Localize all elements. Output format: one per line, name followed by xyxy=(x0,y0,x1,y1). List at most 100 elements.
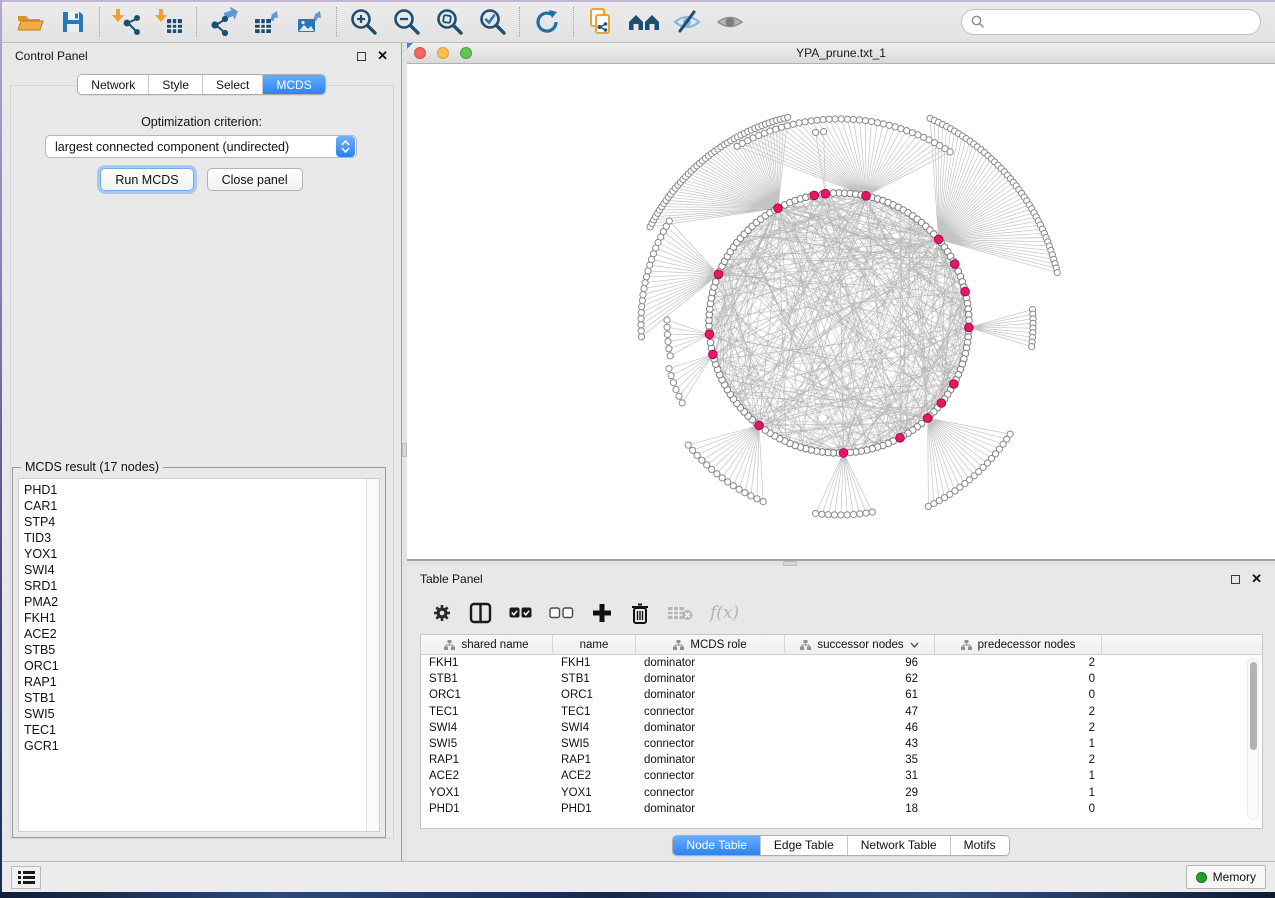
mcds-result-item[interactable]: SWI4 xyxy=(24,562,379,578)
close-panel-icon[interactable]: ✕ xyxy=(377,51,388,61)
mcds-result-item[interactable]: STP4 xyxy=(24,514,379,530)
table-cell: 61 xyxy=(785,689,935,701)
column-label: name xyxy=(580,639,609,651)
table-row[interactable]: SWI5SWI5connector431 xyxy=(421,736,1262,752)
column-header-predecessor-nodes[interactable]: predecessor nodes xyxy=(935,635,1102,654)
mcds-result-item[interactable]: PMA2 xyxy=(24,594,379,610)
show-columns-button[interactable] xyxy=(469,602,492,624)
mcds-result-item[interactable]: STB1 xyxy=(24,690,379,706)
deselect-all-button[interactable] xyxy=(549,607,574,619)
column-header-name[interactable]: name xyxy=(553,635,636,654)
tab-network[interactable]: Network xyxy=(78,75,149,94)
search-field[interactable] xyxy=(961,9,1261,35)
toolbar-separator xyxy=(573,7,574,37)
table-tab-motifs[interactable]: Motifs xyxy=(951,836,1009,855)
mcds-result-item[interactable]: ORC1 xyxy=(24,658,379,674)
table-row[interactable]: SWI4SWI4dominator462 xyxy=(421,720,1262,736)
mcds-result-item[interactable]: RAP1 xyxy=(24,674,379,690)
close-panel-button[interactable]: Close panel xyxy=(207,168,303,191)
table-settings-button[interactable] xyxy=(432,603,452,623)
table-cell: PHD1 xyxy=(421,803,553,815)
main-toolbar xyxy=(2,2,1275,43)
table-row[interactable]: RAP1RAP1dominator352 xyxy=(421,752,1262,768)
export-table-button[interactable] xyxy=(245,5,288,39)
mcds-result-item[interactable]: GCR1 xyxy=(24,738,379,754)
save-session-button[interactable] xyxy=(51,5,94,39)
horizontal-splitter-grip[interactable] xyxy=(783,561,797,566)
mcds-result-item[interactable]: FKH1 xyxy=(24,610,379,626)
table-row[interactable]: STB1STB1dominator620 xyxy=(421,671,1262,687)
mcds-result-item[interactable]: SWI5 xyxy=(24,706,379,722)
float-panel-icon[interactable] xyxy=(1231,575,1240,584)
add-row-button[interactable] xyxy=(591,602,613,624)
column-header-shared-name[interactable]: shared name xyxy=(421,635,553,654)
mcds-result-item[interactable]: CAR1 xyxy=(24,498,379,514)
table-cell: 43 xyxy=(785,738,935,750)
zoom-selected-button[interactable] xyxy=(471,5,514,39)
table-cell: 31 xyxy=(785,770,935,782)
maximize-window-icon[interactable] xyxy=(460,47,472,59)
run-mcds-button[interactable]: Run MCDS xyxy=(100,168,193,191)
delete-row-button[interactable] xyxy=(630,602,650,625)
hide-details-button[interactable] xyxy=(665,5,708,39)
import-table-button[interactable] xyxy=(148,5,191,39)
column-header-mcds-role[interactable]: MCDS role xyxy=(636,635,785,654)
table-cell: YOX1 xyxy=(421,787,553,799)
mcds-result-item[interactable]: YOX1 xyxy=(24,546,379,562)
table-scrollbar-thumb[interactable] xyxy=(1250,662,1257,750)
refresh-layout-button[interactable] xyxy=(525,5,568,39)
mcds-result-item[interactable]: TEC1 xyxy=(24,722,379,738)
minimize-window-icon[interactable] xyxy=(437,47,449,59)
column-header-successor-nodes[interactable]: successor nodes xyxy=(785,635,935,654)
zoom-fit-button[interactable] xyxy=(428,5,471,39)
export-image-button[interactable] xyxy=(288,5,331,39)
table-tab-strip: Node TableEdge TableNetwork TableMotifs xyxy=(672,835,1009,856)
mcds-result-item[interactable]: STB5 xyxy=(24,642,379,658)
table-row[interactable]: PHD1PHD1dominator180 xyxy=(421,801,1262,817)
mcds-result-item[interactable]: TID3 xyxy=(24,530,379,546)
mcds-result-list-container[interactable]: PHD1CAR1STP4TID3YOX1SWI4SRD1PMA2FKH1ACE2… xyxy=(18,478,380,832)
table-row[interactable]: ORC1ORC1dominator610 xyxy=(421,687,1262,703)
table-row[interactable]: ACE2ACE2connector311 xyxy=(421,768,1262,784)
table-cell: connector xyxy=(636,738,785,750)
search-input[interactable] xyxy=(991,15,1251,29)
network-canvas[interactable] xyxy=(407,64,1275,559)
tab-mcds[interactable]: MCDS xyxy=(263,75,324,94)
table-cell: connector xyxy=(636,770,785,782)
houses-button[interactable] xyxy=(622,5,665,39)
delete-table-button-disabled xyxy=(667,604,693,622)
horizontal-splitter[interactable] xyxy=(407,560,1275,566)
trash-icon xyxy=(630,602,650,625)
close-panel-icon[interactable]: ✕ xyxy=(1251,574,1262,584)
zoom-in-button[interactable] xyxy=(342,5,385,39)
network-graph[interactable] xyxy=(407,64,1275,559)
table-cell: 1 xyxy=(935,787,1102,799)
show-details-button[interactable] xyxy=(708,5,751,39)
optimization-criterion-select[interactable]: largest connected component (undirected) xyxy=(45,135,357,158)
column-label: MCDS role xyxy=(690,639,746,651)
export-network-button[interactable] xyxy=(202,5,245,39)
tab-select[interactable]: Select xyxy=(203,75,263,94)
network-window-titlebar[interactable]: YPA_prune.txt_1 xyxy=(407,43,1275,64)
table-tab-network-table[interactable]: Network Table xyxy=(848,836,951,855)
table-row[interactable]: TEC1TEC1connector472 xyxy=(421,704,1262,720)
table-tab-node-table[interactable]: Node Table xyxy=(673,836,761,855)
mcds-result-item[interactable]: ACE2 xyxy=(24,626,379,642)
mcds-result-item[interactable]: SRD1 xyxy=(24,578,379,594)
table-scrollbar[interactable] xyxy=(1247,658,1259,820)
memory-button[interactable]: Memory xyxy=(1186,865,1266,889)
mcds-result-scrollbar[interactable] xyxy=(366,479,379,831)
tab-style[interactable]: Style xyxy=(149,75,203,94)
select-all-button[interactable] xyxy=(509,607,532,619)
float-panel-icon[interactable] xyxy=(357,52,366,61)
table-row[interactable]: FKH1FKH1dominator962 xyxy=(421,655,1262,671)
open-file-button[interactable] xyxy=(8,5,51,39)
zoom-out-button[interactable] xyxy=(385,5,428,39)
mcds-result-item[interactable]: PHD1 xyxy=(24,482,379,498)
table-tab-edge-table[interactable]: Edge Table xyxy=(761,836,848,855)
import-network-button[interactable] xyxy=(105,5,148,39)
show-panels-button[interactable] xyxy=(11,866,41,889)
table-row[interactable]: YOX1YOX1connector291 xyxy=(421,785,1262,801)
close-window-icon[interactable] xyxy=(414,47,426,59)
copy-network-button[interactable] xyxy=(579,5,622,39)
